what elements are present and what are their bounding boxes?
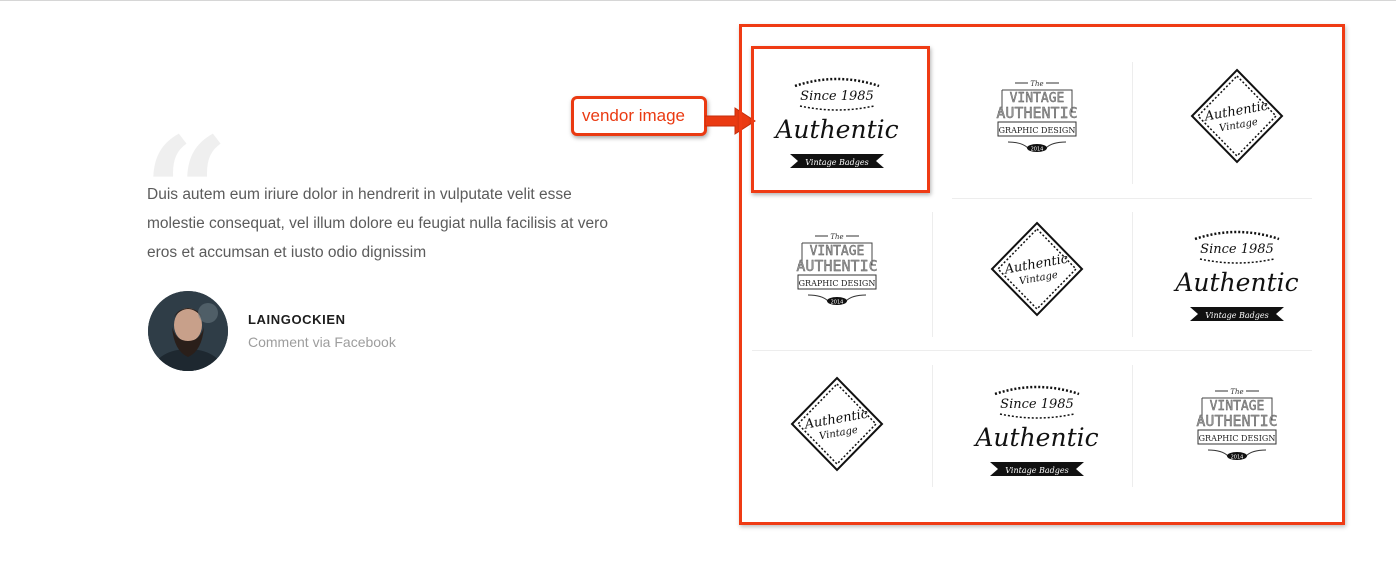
author-name: LAINGOCKIEN — [248, 312, 346, 327]
badge-main-text: Authentic — [973, 423, 1098, 452]
vendor-image-highlight — [751, 46, 930, 193]
badge-year-text: 2014 — [831, 300, 844, 306]
grid-divider — [1132, 365, 1133, 487]
grid-divider — [1132, 212, 1133, 337]
badge-the-text: The — [1230, 388, 1243, 396]
grid-divider — [1132, 62, 1133, 184]
vendor-logo-6[interactable]: Since 1985 Authentic Vintage Badges — [1158, 205, 1316, 335]
avatar — [148, 291, 228, 371]
vendor-logo-5[interactable]: Authentic Vintage — [958, 205, 1116, 335]
grid-divider — [952, 198, 1312, 199]
badge-line2-text: AUTHENTIC — [1196, 412, 1277, 430]
badge-line2-text: AUTHENTIC — [796, 257, 877, 275]
badge-the-text: The — [830, 233, 843, 241]
badge-line3-text: GRAPHIC DESIGN — [1199, 434, 1276, 443]
badge-line3-text: GRAPHIC DESIGN — [799, 279, 876, 288]
grid-divider — [932, 212, 933, 337]
badge-line3-text: GRAPHIC DESIGN — [999, 126, 1076, 135]
vendor-image-callout: vendor image — [571, 96, 707, 136]
vendor-logo-7[interactable]: Authentic Vintage — [758, 360, 916, 490]
badge-main-text: Authentic — [1173, 268, 1298, 297]
vendor-logo-3[interactable]: Authentic Vintage — [1158, 52, 1316, 182]
author-source: Comment via Facebook — [248, 334, 396, 350]
badge-ribbon-text: Vintage Badges — [1005, 466, 1068, 475]
testimonial-text: Duis autem eum iriure dolor in hendrerit… — [147, 186, 608, 261]
badge-line2-text: AUTHENTIC — [996, 104, 1077, 122]
badge-year-text: 2014 — [1231, 455, 1244, 461]
top-divider — [0, 0, 1396, 1]
vendor-logo-2[interactable]: The VINTAGE AUTHENTIC GRAPHIC DESIGN 201… — [958, 52, 1116, 182]
vendor-logo-8[interactable]: Since 1985 Authentic Vintage Badges — [958, 360, 1116, 490]
badge-top-text: Since 1985 — [1200, 242, 1274, 257]
vendor-logo-4[interactable]: The VINTAGE AUTHENTIC GRAPHIC DESIGN 201… — [758, 205, 916, 335]
grid-divider — [932, 365, 933, 487]
badge-the-text: The — [1030, 80, 1043, 88]
badge-top-text: Since 1985 — [1000, 397, 1074, 412]
grid-divider — [752, 350, 1312, 351]
badge-ribbon-text: Vintage Badges — [1205, 311, 1268, 320]
vendor-logo-9[interactable]: The VINTAGE AUTHENTIC GRAPHIC DESIGN 201… — [1158, 360, 1316, 490]
badge-year-text: 2014 — [1031, 147, 1044, 153]
